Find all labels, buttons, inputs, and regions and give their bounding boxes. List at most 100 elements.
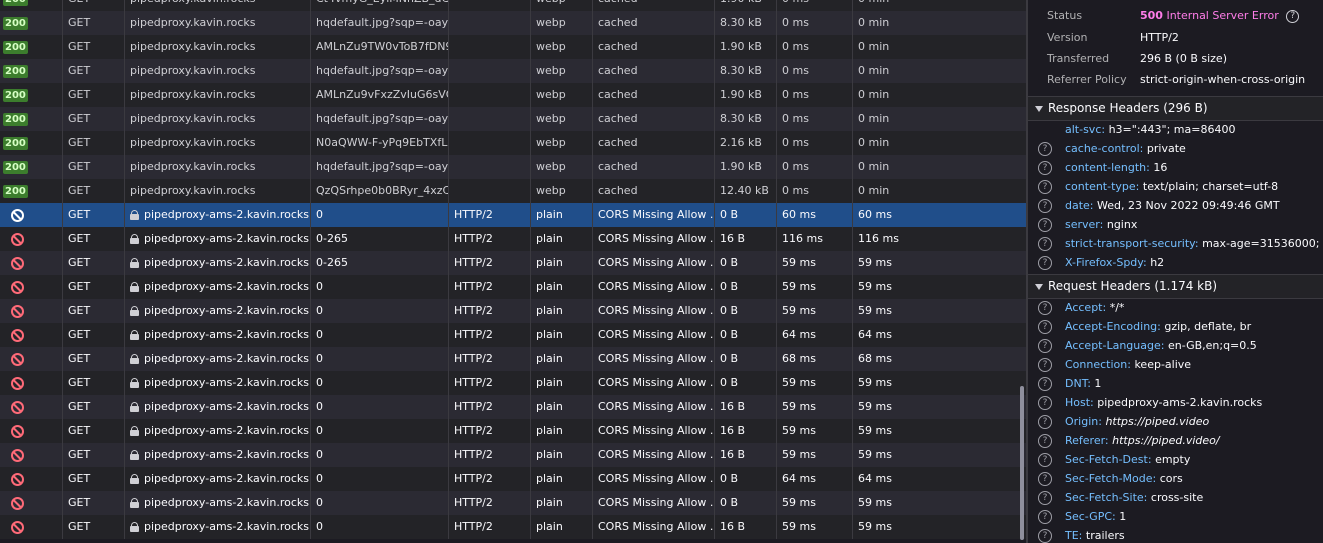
help-icon[interactable]: ? xyxy=(1038,396,1052,410)
request-row[interactable]: 200 GET pipedproxy.kavin.rocks AMLnZu9vFxzZ… xyxy=(0,83,1026,107)
domain-text: pipedproxy-ams-2.kavin.rocks xyxy=(144,448,309,461)
header-name: strict-transport-security: max-age=31536… xyxy=(1065,234,1323,253)
blocked-icon xyxy=(11,304,24,318)
status-cell: 200 xyxy=(0,0,62,11)
help-icon[interactable]: ? xyxy=(1038,377,1052,391)
help-icon[interactable]: ? xyxy=(1038,529,1052,543)
blocked-icon xyxy=(11,520,24,534)
request-row[interactable]: 200 GET pipedproxy.kavin.rocks Ct4vmyG_EyiM… xyxy=(0,0,1026,11)
request-row[interactable]: 200 GET pipedproxy.kavin.rocks hqdefault.jp… xyxy=(0,11,1026,35)
transferred-cell: CORS Missing Allow ... xyxy=(592,467,714,491)
help-icon[interactable]: ? xyxy=(1038,453,1052,467)
request-row[interactable]: GET pipedproxy-ams-2.kavin.rocks 0 HTTP/2 pl… xyxy=(0,443,1026,467)
waterfall-cell: 68 ms xyxy=(852,347,1026,371)
protocol-cell: HTTP/2 xyxy=(448,275,530,299)
type-cell: plain xyxy=(530,275,592,299)
help-icon[interactable]: ? xyxy=(1038,358,1052,372)
lock-icon xyxy=(130,282,139,292)
domain-cell: pipedproxy-ams-2.kavin.rocks xyxy=(124,395,310,419)
time-cell: 59 ms xyxy=(776,251,852,275)
size-cell: 16 B xyxy=(714,419,776,443)
help-icon[interactable]: ? xyxy=(1038,510,1052,524)
help-icon[interactable]: ? xyxy=(1038,180,1052,194)
request-row[interactable]: GET pipedproxy-ams-2.kavin.rocks 0 HTTP/2 pl… xyxy=(0,467,1026,491)
status-cell xyxy=(0,443,62,467)
request-row[interactable]: GET pipedproxy-ams-2.kavin.rocks 0 HTTP/2 pl… xyxy=(0,371,1026,395)
type-cell: plain xyxy=(530,227,592,251)
request-row[interactable]: 200 GET pipedproxy.kavin.rocks N0aQWW-F-yPq… xyxy=(0,131,1026,155)
request-row[interactable]: GET pipedproxy-ams-2.kavin.rocks 0-265 HTTP… xyxy=(0,251,1026,275)
size-cell: 0 B xyxy=(714,275,776,299)
file-cell: hqdefault.jpg?sqp=-oaymw xyxy=(310,11,448,35)
help-icon[interactable]: ? xyxy=(1038,218,1052,232)
time-cell: 59 ms xyxy=(776,419,852,443)
method-cell: GET xyxy=(62,83,124,107)
response-headers-toggle[interactable]: Response Headers (296 B) xyxy=(1028,96,1323,121)
version-label: Version xyxy=(1047,31,1088,44)
request-row[interactable]: 200 GET pipedproxy.kavin.rocks hqdefault.jp… xyxy=(0,155,1026,179)
help-icon[interactable]: ? xyxy=(1038,472,1052,486)
waterfall-cell: 59 ms xyxy=(852,491,1026,515)
size-cell: 1.90 kB xyxy=(714,35,776,59)
request-headers-toggle[interactable]: Request Headers (1.174 kB) xyxy=(1028,274,1323,299)
header-name-text: Sec-Fetch-Dest: xyxy=(1065,453,1152,466)
lock-icon xyxy=(130,258,139,268)
header-name: server: nginx xyxy=(1065,215,1137,234)
size-cell: 16 B xyxy=(714,443,776,467)
type-cell: webp xyxy=(530,11,592,35)
request-row[interactable]: 200 GET pipedproxy.kavin.rocks AMLnZu9TW0vT… xyxy=(0,35,1026,59)
status-cell xyxy=(0,491,62,515)
request-row[interactable]: 200 GET pipedproxy.kavin.rocks hqdefault.jp… xyxy=(0,59,1026,83)
time-cell: 0 ms xyxy=(776,107,852,131)
header-name-text: Accept: xyxy=(1065,301,1107,314)
size-cell: 0 B xyxy=(714,467,776,491)
request-row[interactable]: GET pipedproxy-ams-2.kavin.rocks 0 HTTP/2 pl… xyxy=(0,515,1026,539)
file-cell: N0aQWW-F-yPq9EbTXfL9h xyxy=(310,131,448,155)
header-name-text: DNT: xyxy=(1065,377,1091,390)
file-cell: AMLnZu9TW0vToB7fDN9v xyxy=(310,35,448,59)
help-icon[interactable]: ? xyxy=(1038,301,1052,315)
header-value: 16 xyxy=(1153,161,1168,174)
domain-text: pipedproxy-ams-2.kavin.rocks xyxy=(144,352,309,365)
domain-cell: pipedproxy-ams-2.kavin.rocks xyxy=(124,299,310,323)
status-badge: 200 xyxy=(3,184,28,198)
help-icon[interactable]: ? xyxy=(1038,237,1052,251)
help-icon[interactable]: ? xyxy=(1038,339,1052,353)
request-row[interactable]: GET pipedproxy-ams-2.kavin.rocks 0 HTTP/2 pl… xyxy=(0,491,1026,515)
domain-cell: pipedproxy-ams-2.kavin.rocks xyxy=(124,251,310,275)
header-value: private xyxy=(1146,142,1186,155)
help-icon[interactable]: ? xyxy=(1038,320,1052,334)
header-value: h3=":443"; ma=86400 xyxy=(1108,123,1236,136)
request-row[interactable]: GET pipedproxy-ams-2.kavin.rocks 0 HTTP/2 pl… xyxy=(0,323,1026,347)
size-cell: 0 B xyxy=(714,251,776,275)
request-row[interactable]: GET pipedproxy-ams-2.kavin.rocks 0 HTTP/2 pl… xyxy=(0,395,1026,419)
request-row[interactable]: GET pipedproxy-ams-2.kavin.rocks 0 HTTP/2 pl… xyxy=(0,299,1026,323)
request-list-scrollbar[interactable] xyxy=(1020,386,1024,540)
request-row[interactable]: 200 GET pipedproxy.kavin.rocks QzQSrhpe0b0B… xyxy=(0,179,1026,203)
help-icon[interactable]: ? xyxy=(1038,142,1052,156)
time-cell: 0 ms xyxy=(776,59,852,83)
help-icon[interactable]: ? xyxy=(1038,161,1052,175)
request-headers-title: Request Headers (1.174 kB) xyxy=(1048,279,1218,293)
request-row[interactable]: GET pipedproxy-ams-2.kavin.rocks 0 HTTP/2 pl… xyxy=(0,419,1026,443)
request-row-selected[interactable]: GET pipedproxy-ams-2.kavin.rocks 0 HTTP/2 pl… xyxy=(0,203,1026,227)
help-icon[interactable]: ? xyxy=(1038,256,1052,270)
domain-text: pipedproxy-ams-2.kavin.rocks xyxy=(144,256,309,269)
request-row[interactable]: 200 GET pipedproxy.kavin.rocks hqdefault.jp… xyxy=(0,107,1026,131)
help-icon[interactable]: ? xyxy=(1038,434,1052,448)
help-icon[interactable]: ? xyxy=(1286,9,1300,23)
request-row[interactable]: GET pipedproxy-ams-2.kavin.rocks 0 HTTP/2 pl… xyxy=(0,347,1026,371)
method-cell: GET xyxy=(62,275,124,299)
help-icon[interactable]: ? xyxy=(1038,491,1052,505)
transferred-cell: CORS Missing Allow ... xyxy=(592,347,714,371)
time-cell: 64 ms xyxy=(776,323,852,347)
request-row[interactable]: GET pipedproxy-ams-2.kavin.rocks 0 HTTP/2 pl… xyxy=(0,275,1026,299)
request-row[interactable]: GET pipedproxy-ams-2.kavin.rocks 0-265 HTTP… xyxy=(0,227,1026,251)
file-cell: QzQSrhpe0b0BRyr_4xzCw xyxy=(310,179,448,203)
help-icon[interactable]: ? xyxy=(1038,415,1052,429)
help-icon[interactable]: ? xyxy=(1038,199,1052,213)
time-cell: 0 ms xyxy=(776,131,852,155)
type-cell: webp xyxy=(530,107,592,131)
blocked-icon xyxy=(11,256,24,270)
type-cell: webp xyxy=(530,59,592,83)
